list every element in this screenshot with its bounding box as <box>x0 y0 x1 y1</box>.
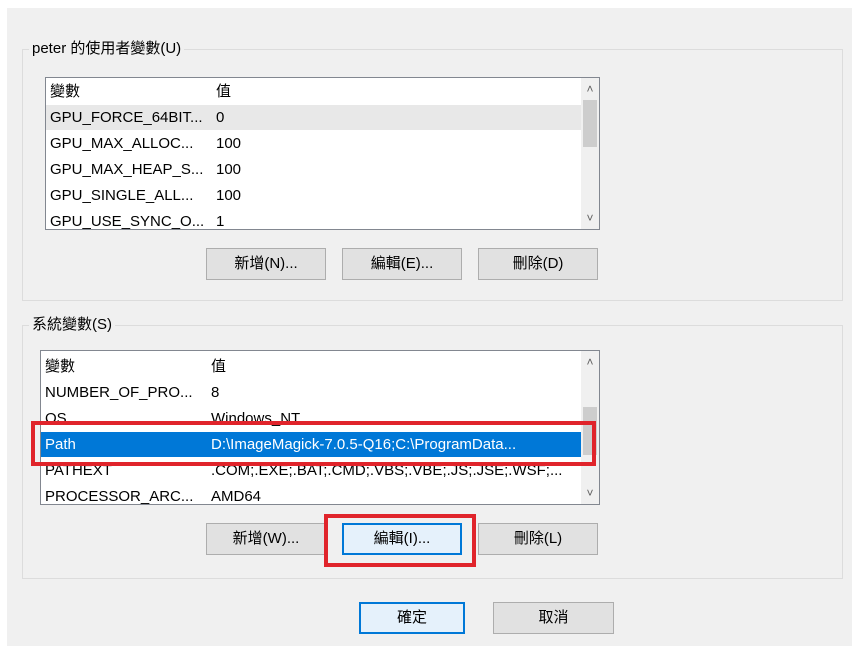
column-header-variable[interactable]: 變數 <box>45 354 205 379</box>
var-value: AMD64 <box>211 488 262 504</box>
ok-button[interactable]: 確定 <box>359 602 465 634</box>
user-variables-group: peter 的使用者變數(U) 變數 值 GPU_FORCE_64BIT... … <box>22 39 843 301</box>
chevron-up-icon[interactable]: ˄ <box>581 80 599 98</box>
edit-button-highlight <box>324 514 476 567</box>
var-value: 100 <box>216 161 242 178</box>
var-value: 1 <box>216 213 225 229</box>
scrollbar-thumb[interactable] <box>583 100 597 147</box>
user-variables-title: peter 的使用者變數(U) <box>29 39 185 59</box>
user-delete-button[interactable]: 刪除(D) <box>478 248 598 280</box>
var-name: GPU_MAX_ALLOC... <box>50 135 194 152</box>
system-delete-button[interactable]: 刪除(L) <box>478 523 598 555</box>
list-item[interactable]: NUMBER_OF_PRO... 8 <box>41 380 581 405</box>
chevron-down-icon[interactable]: ˅ <box>581 209 599 227</box>
var-value: 0 <box>216 109 225 126</box>
var-name: GPU_SINGLE_ALL... <box>50 187 194 204</box>
var-name: GPU_FORCE_64BIT... <box>50 109 203 126</box>
var-value: 8 <box>211 384 220 401</box>
var-name: GPU_MAX_HEAP_S... <box>50 161 204 178</box>
list-item[interactable]: GPU_SINGLE_ALL... 100 <box>46 183 581 208</box>
list-item[interactable]: GPU_MAX_HEAP_S... 100 <box>46 157 581 182</box>
user-edit-button[interactable]: 編輯(E)... <box>342 248 462 280</box>
column-header-value[interactable]: 值 <box>211 354 577 379</box>
user-variables-list[interactable]: 變數 值 GPU_FORCE_64BIT... 0 GPU_MAX_ALLOC.… <box>45 77 600 230</box>
column-header-variable[interactable]: 變數 <box>50 79 210 104</box>
vertical-scrollbar[interactable]: ˄ ˅ <box>581 78 599 229</box>
list-item[interactable]: GPU_USE_SYNC_O... 1 <box>46 209 581 229</box>
var-value: 100 <box>216 135 242 152</box>
system-new-button[interactable]: 新增(W)... <box>206 523 326 555</box>
var-name: PROCESSOR_ARC... <box>45 488 194 504</box>
var-value: 100 <box>216 187 242 204</box>
path-row-highlight <box>31 421 596 466</box>
chevron-down-icon[interactable]: ˅ <box>581 484 599 502</box>
list-header: 變數 值 <box>41 354 581 379</box>
list-item[interactable]: PROCESSOR_ARC... AMD64 <box>41 484 581 504</box>
cancel-button[interactable]: 取消 <box>493 602 614 634</box>
var-name: GPU_USE_SYNC_O... <box>50 213 205 229</box>
list-item[interactable]: GPU_FORCE_64BIT... 0 <box>46 105 581 130</box>
system-variables-title: 系統變數(S) <box>29 315 115 335</box>
chevron-up-icon[interactable]: ˄ <box>581 353 599 371</box>
user-new-button[interactable]: 新增(N)... <box>206 248 326 280</box>
column-header-value[interactable]: 值 <box>216 79 577 104</box>
var-name: NUMBER_OF_PRO... <box>45 384 193 401</box>
list-item[interactable]: GPU_MAX_ALLOC... 100 <box>46 131 581 156</box>
list-header: 變數 值 <box>46 79 581 104</box>
